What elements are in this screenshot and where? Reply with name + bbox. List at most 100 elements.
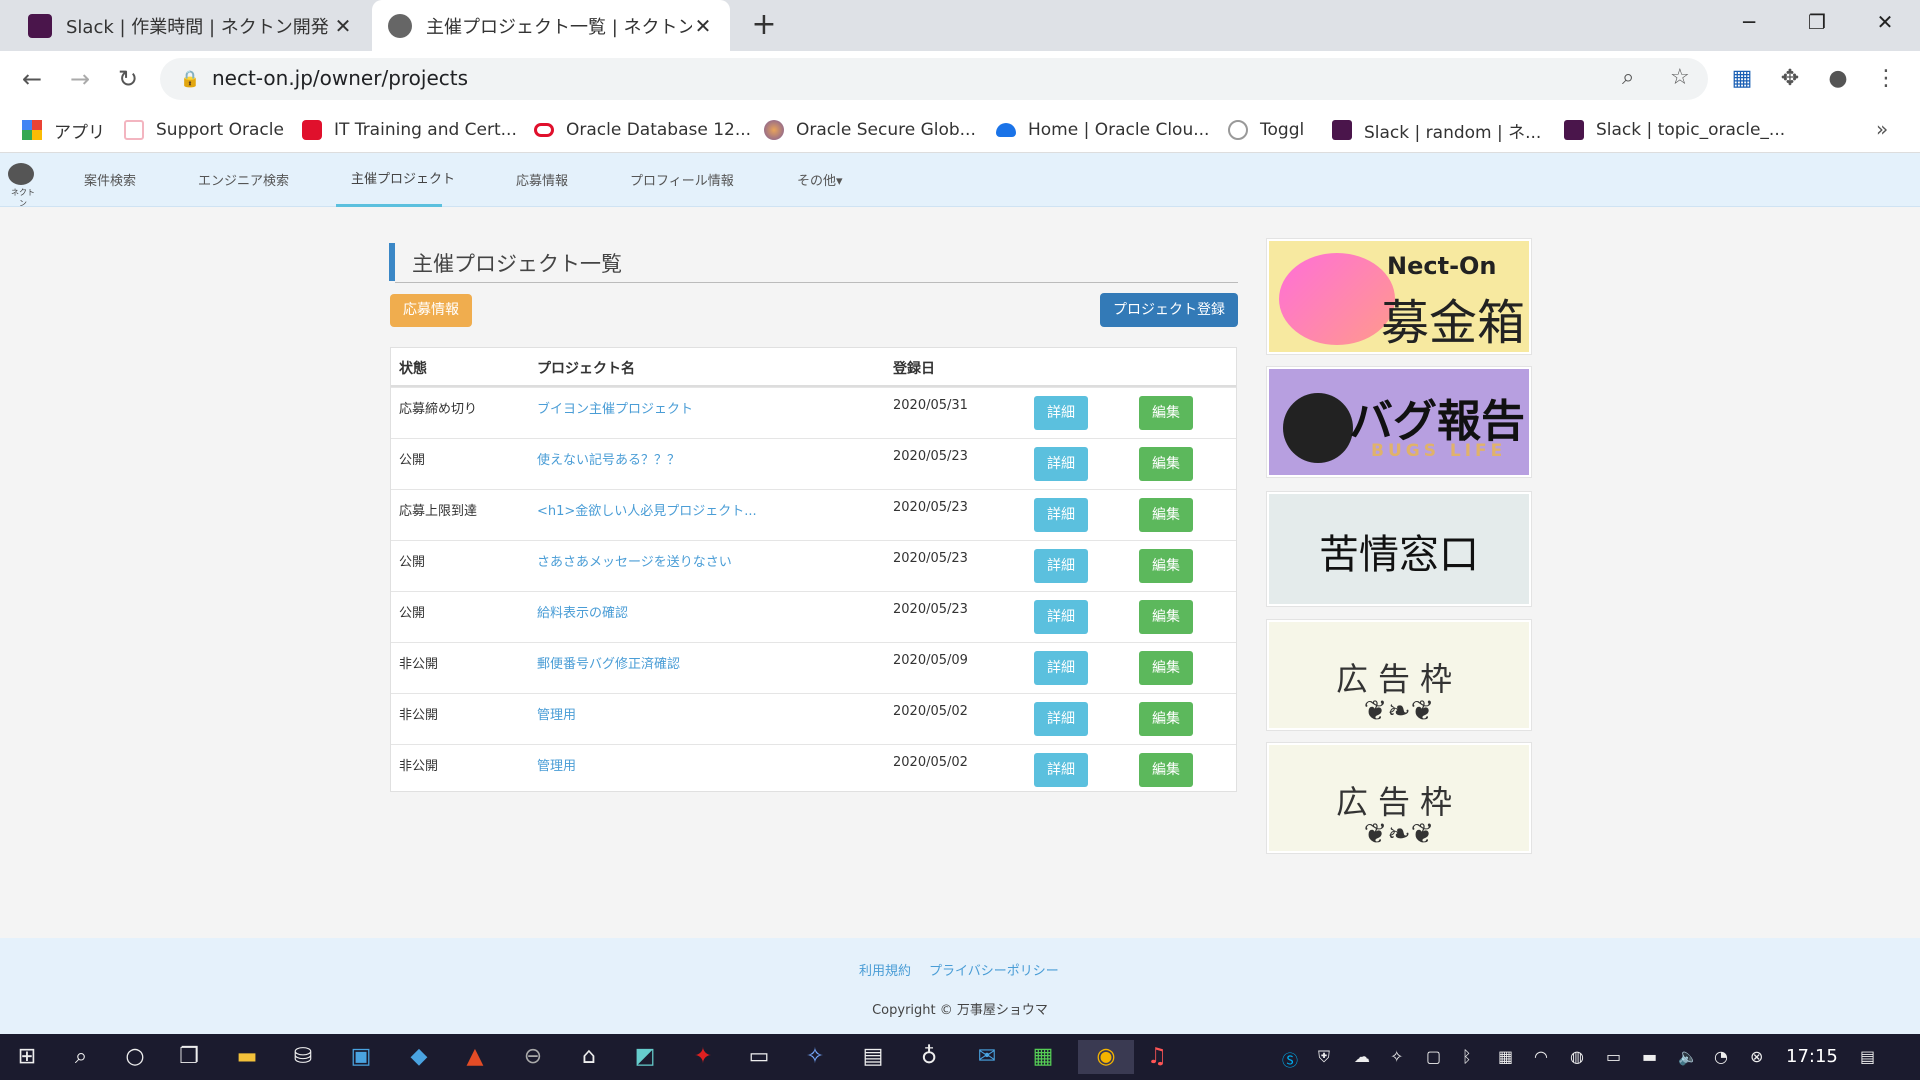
minimize-button[interactable]: ─ (1716, 0, 1782, 44)
zoom-icon[interactable]: ⌕ (1622, 65, 1634, 90)
app-icon[interactable]: ▣ (344, 1040, 378, 1074)
mail-icon[interactable]: ✉ (970, 1040, 1004, 1074)
cortana-icon[interactable]: ○ (118, 1040, 152, 1074)
donation-banner[interactable]: Nect-On 募金箱 (1267, 239, 1531, 354)
maximize-button[interactable]: ❐ (1784, 0, 1850, 44)
edit-button[interactable]: 編集 (1139, 498, 1193, 532)
back-icon[interactable]: ← (14, 61, 50, 97)
edit-button[interactable]: 編集 (1139, 600, 1193, 634)
ad-slot-banner[interactable]: 広告枠 ❦❧❦ (1267, 620, 1531, 730)
extensions-icon[interactable]: ✥ (1774, 63, 1806, 95)
edit-button[interactable]: 編集 (1139, 447, 1193, 481)
volume-icon[interactable]: 🔈 (1678, 1047, 1698, 1066)
translate-extension-icon[interactable]: ▦ (1726, 63, 1758, 95)
bluetooth-icon[interactable]: ᛒ (1462, 1047, 1472, 1066)
onedrive-icon[interactable]: ☁ (1354, 1047, 1370, 1066)
taskbar-clock[interactable]: 17:15 (1786, 1046, 1838, 1067)
bookmark-toggl[interactable]: Toggl (1228, 117, 1304, 143)
bookmark-oracle-database[interactable]: Oracle Database 12... (534, 117, 751, 143)
close-window-button[interactable]: ✕ (1852, 0, 1918, 44)
register-project-button[interactable]: プロジェクト登録 (1100, 293, 1238, 327)
tray-app-icon[interactable]: ▦ (1498, 1047, 1513, 1066)
app-icon[interactable]: ⌂ (572, 1040, 606, 1074)
task-view-icon[interactable]: ❐ (172, 1040, 206, 1074)
app-icon[interactable]: ✦ (686, 1040, 720, 1074)
bookmark-support-oracle[interactable]: Support Oracle (124, 117, 284, 143)
bookmark-oracle-secure[interactable]: Oracle Secure Glob... (764, 117, 976, 143)
bookmark-it-training[interactable]: IT Training and Cert... (302, 117, 517, 143)
no-entry-icon[interactable]: ⊗ (1750, 1047, 1763, 1066)
app-icon[interactable]: ◆ (402, 1040, 436, 1074)
detail-button[interactable]: 詳細 (1034, 702, 1088, 736)
terminal-icon[interactable]: ▭ (742, 1040, 776, 1074)
tray-app-icon[interactable]: ✧ (1390, 1047, 1403, 1066)
nav-other-dropdown[interactable]: その他▾ (797, 170, 843, 189)
nav-profile[interactable]: プロフィール情報 (630, 170, 734, 189)
bookmarks-overflow-icon[interactable]: » (1876, 117, 1888, 141)
defender-icon[interactable]: ⛨ (1318, 1047, 1330, 1067)
detail-button[interactable]: 詳細 (1034, 600, 1088, 634)
nav-hosted-projects[interactable]: 主催プロジェクト (351, 168, 455, 187)
file-explorer-icon[interactable]: ▬ (230, 1040, 264, 1074)
star-icon[interactable]: ☆ (1670, 65, 1690, 90)
display-icon[interactable]: ▭ (1606, 1047, 1621, 1066)
reload-icon[interactable]: ↻ (110, 61, 146, 97)
bookmark-apps[interactable]: アプリ (22, 117, 105, 143)
detail-button[interactable]: 詳細 (1034, 396, 1088, 430)
new-tab-button[interactable]: + (748, 8, 780, 42)
battery-icon[interactable]: ▬ (1642, 1047, 1657, 1066)
row-project-link[interactable]: 使えない記号ある？？？ (537, 449, 680, 468)
row-project-link[interactable]: ブイヨン主催プロジェクト (537, 398, 693, 417)
bug-report-banner[interactable]: バグ報告 BUGS LIFE (1267, 367, 1531, 477)
row-project-link[interactable]: 郵便番号バグ修正済確認 (537, 653, 680, 672)
row-project-link[interactable]: 管理用 (537, 755, 576, 774)
close-tab-icon[interactable]: ✕ (332, 14, 354, 38)
tab-projects[interactable]: 主催プロジェクト一覧 | ネクトン ✕ (372, 0, 730, 51)
edit-button[interactable]: 編集 (1139, 753, 1193, 787)
app-icon[interactable]: ▦ (1026, 1040, 1060, 1074)
detail-button[interactable]: 詳細 (1034, 753, 1088, 787)
store-icon[interactable]: ⛁ (286, 1040, 320, 1074)
bookmark-slack-random[interactable]: Slack | random | ネ... (1332, 117, 1541, 143)
row-project-link[interactable]: さあさあメッセージを送りなさい (537, 551, 732, 570)
app-icon[interactable]: ✧ (798, 1040, 832, 1074)
edit-button[interactable]: 編集 (1139, 549, 1193, 583)
row-project-link[interactable]: <h1>金欲しい人必見プロジェクト... (537, 500, 757, 519)
tray-app-icon[interactable]: ▢ (1426, 1047, 1441, 1066)
skype-icon[interactable]: Ⓢ (1282, 1047, 1298, 1071)
nav-applications[interactable]: 応募情報 (516, 170, 568, 189)
close-tab-icon[interactable]: ✕ (692, 14, 714, 38)
bookmark-oracle-cloud[interactable]: Home | Oracle Clou... (996, 117, 1209, 143)
site-logo[interactable]: ネクトン (8, 163, 38, 208)
terms-link[interactable]: 利用規約 (859, 960, 911, 979)
detail-button[interactable]: 詳細 (1034, 549, 1088, 583)
wifi-icon[interactable]: ◔ (1714, 1047, 1728, 1066)
app-icon[interactable]: ⊖ (516, 1040, 550, 1074)
app-icon[interactable]: ◩ (628, 1040, 662, 1074)
app-icon[interactable]: ▲ (458, 1040, 492, 1074)
row-project-link[interactable]: 給料表示の確認 (537, 602, 628, 621)
tab-slack[interactable]: Slack | 作業時間 | ネクトン開発 ✕ (0, 0, 370, 51)
edit-button[interactable]: 編集 (1139, 702, 1193, 736)
detail-button[interactable]: 詳細 (1034, 498, 1088, 532)
notification-icon[interactable]: ▤ (1860, 1047, 1875, 1066)
nav-engineer-search[interactable]: エンジニア検索 (198, 170, 289, 189)
itunes-icon[interactable]: ♫ (1140, 1040, 1174, 1074)
ad-slot-banner[interactable]: 広告枠 ❦❧❦ (1267, 743, 1531, 853)
start-icon[interactable]: ⊞ (10, 1040, 44, 1074)
detail-button[interactable]: 詳細 (1034, 447, 1088, 481)
app-icon[interactable]: ♁ (912, 1040, 946, 1074)
search-icon[interactable]: ⌕ (64, 1040, 98, 1074)
edit-button[interactable]: 編集 (1139, 651, 1193, 685)
app-icon[interactable]: ▤ (856, 1040, 890, 1074)
detail-button[interactable]: 詳細 (1034, 651, 1088, 685)
complaint-banner[interactable]: 苦情窓口 (1267, 492, 1531, 606)
edit-button[interactable]: 編集 (1139, 396, 1193, 430)
apply-info-button[interactable]: 応募情報 (390, 294, 472, 327)
tray-app-icon[interactable]: ◍ (1570, 1047, 1584, 1066)
tray-app-icon[interactable]: ◠ (1534, 1047, 1548, 1066)
privacy-link[interactable]: プライバシーポリシー (929, 960, 1059, 979)
profile-icon[interactable]: ● (1822, 63, 1854, 95)
bookmark-slack-topic[interactable]: Slack | topic_oracle_... (1564, 117, 1785, 143)
menu-icon[interactable]: ⋮ (1870, 63, 1902, 95)
